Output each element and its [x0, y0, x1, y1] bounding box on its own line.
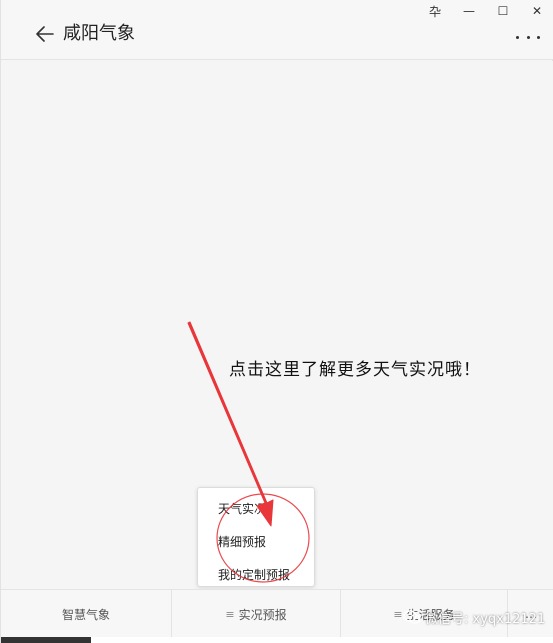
dot-icon — [537, 35, 540, 39]
close-button[interactable]: ✕ — [520, 0, 553, 22]
window-controls: 卆 — ☐ ✕ — [418, 0, 553, 22]
nav-item-smart-weather[interactable]: 智慧气象 — [1, 590, 172, 638]
menu-item-detailed-forecast[interactable]: 精细预报 — [218, 533, 266, 550]
back-button[interactable] — [33, 22, 57, 46]
menu-item-custom-forecast[interactable]: 我的定制预报 — [218, 566, 290, 583]
wechat-icon — [403, 610, 421, 624]
pin-button[interactable]: 卆 — [418, 0, 452, 22]
taskbar-accent — [1, 637, 91, 643]
menu-icon: ≡ — [393, 607, 403, 621]
app-window: 卆 — ☐ ✕ 咸阳气象 点击这里了解更多天气实况哦！ 天气实况 精细预报 我的… — [0, 0, 553, 643]
submenu-popup: 天气实况 精细预报 我的定制预报 — [197, 487, 315, 587]
nav-label: 智慧气象 — [61, 607, 110, 622]
menu-item-weather-live[interactable]: 天气实况 — [218, 500, 266, 517]
nav-item-live-forecast[interactable]: ≡ 实况预报 — [172, 590, 341, 638]
more-options-button[interactable] — [516, 28, 540, 46]
hint-text: 点击这里了解更多天气实况哦！ — [229, 360, 481, 380]
page-title: 咸阳气象 — [63, 23, 135, 44]
dot-icon — [516, 35, 519, 39]
maximize-button[interactable]: ☐ — [486, 0, 520, 22]
taskbar-strip — [1, 637, 553, 643]
nav-label: 实况预报 — [238, 607, 287, 622]
dot-icon — [526, 35, 530, 39]
menu-icon: ≡ — [225, 607, 235, 621]
wechat-watermark: 微信号: xyqx12121 — [403, 605, 545, 629]
arrow-left-icon — [36, 26, 54, 42]
title-bar: 卆 — ☐ ✕ 咸阳气象 — [1, 0, 553, 60]
minimize-button[interactable]: — — [452, 0, 486, 22]
watermark-text: 微信号: xyqx12121 — [425, 611, 546, 627]
